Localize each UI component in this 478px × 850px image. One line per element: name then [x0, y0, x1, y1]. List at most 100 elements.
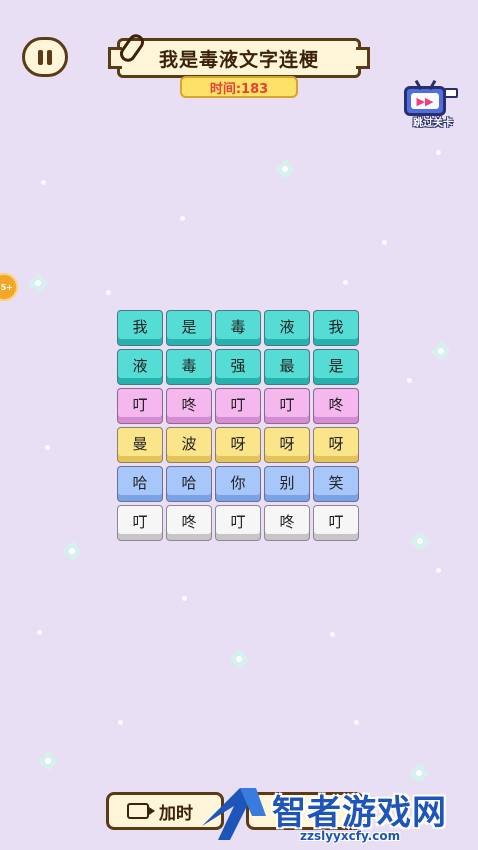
word-tile-char: 波	[181, 434, 197, 453]
word-tile-char: 叮	[230, 395, 246, 414]
word-tile-char: 呀	[328, 434, 344, 453]
word-tile[interactable]: 叮	[215, 388, 261, 424]
flower-icon	[411, 532, 429, 550]
word-tile-char: 是	[181, 317, 197, 336]
word-tile[interactable]: 是	[313, 349, 359, 385]
word-tile[interactable]: 你	[215, 466, 261, 502]
word-tile-char: 咚	[328, 395, 344, 414]
timer-badge: 时间:183	[180, 76, 298, 98]
word-tile[interactable]: 液	[117, 349, 163, 385]
pause-button[interactable]	[22, 37, 68, 77]
word-tile[interactable]: 毒	[166, 349, 212, 385]
flower-icon	[29, 274, 47, 292]
word-tile[interactable]: 哈	[166, 466, 212, 502]
fast-forward-icon: ▶▶	[411, 93, 439, 109]
word-tile[interactable]: 笑	[313, 466, 359, 502]
word-tile-char: 我	[132, 317, 148, 336]
flower-icon	[63, 542, 81, 560]
word-tile-char: 哈	[181, 473, 197, 492]
pause-icon	[47, 49, 52, 65]
pause-icon	[38, 49, 43, 65]
skip-level-label: 跳过关卡	[413, 118, 453, 129]
video-icon	[127, 803, 155, 819]
background-dot	[41, 180, 46, 185]
word-tile[interactable]: 毒	[215, 310, 261, 346]
background-dot	[182, 596, 187, 601]
word-tile[interactable]: 叮	[117, 388, 163, 424]
background-dot	[37, 630, 42, 635]
flower-icon	[230, 650, 248, 668]
background-dot	[354, 720, 359, 725]
word-tile[interactable]: 叮	[313, 505, 359, 541]
word-tile[interactable]: 叮	[117, 505, 163, 541]
word-tile-char: 最	[279, 356, 295, 375]
level-title-banner: 我是毒液文字连梗	[108, 31, 370, 78]
word-tile[interactable]: 呀	[313, 427, 359, 463]
background-dot	[45, 445, 50, 450]
skip-level-button[interactable]: ▶▶ 跳过关卡	[400, 79, 466, 130]
word-tile-char: 咚	[181, 512, 197, 531]
word-tile-char: 我	[328, 317, 344, 336]
word-tile[interactable]: 曼	[117, 427, 163, 463]
word-tile-char: 强	[230, 356, 246, 375]
word-tile-char: 呀	[279, 434, 295, 453]
watermark-logo-icon	[202, 788, 266, 840]
word-tile-char: 叮	[132, 395, 148, 414]
word-tile[interactable]: 哈	[117, 466, 163, 502]
background-dot	[343, 280, 348, 285]
watermark-url: zzslyyxcfy.com	[300, 829, 401, 843]
word-tile-char: 毒	[181, 356, 197, 375]
word-tile-char: 你	[230, 473, 246, 492]
word-tile[interactable]: 呀	[264, 427, 310, 463]
word-tile-char: 别	[279, 473, 295, 492]
word-tile-char: 是	[328, 356, 344, 375]
word-tile[interactable]: 最	[264, 349, 310, 385]
word-tile-char: 叮	[279, 395, 295, 414]
level-title: 我是毒液文字连梗	[158, 48, 319, 71]
flag-icon	[444, 88, 458, 98]
background-dot	[106, 290, 111, 295]
word-tile[interactable]: 是	[166, 310, 212, 346]
word-tile-char: 液	[279, 317, 295, 336]
paperclip-icon	[116, 31, 148, 65]
background-dot	[407, 378, 412, 383]
word-tile-char: 咚	[181, 395, 197, 414]
background-dot	[382, 240, 387, 245]
tv-icon: ▶▶	[404, 79, 446, 116]
word-tile-char: 毒	[230, 317, 246, 336]
word-tile-char: 叮	[132, 512, 148, 531]
word-tile-char: 咚	[279, 512, 295, 531]
word-tile-char: 叮	[230, 512, 246, 531]
background-dot	[436, 568, 441, 573]
word-tile[interactable]: 强	[215, 349, 261, 385]
word-tile[interactable]: 咚	[313, 388, 359, 424]
word-tile[interactable]: 我	[117, 310, 163, 346]
word-tile[interactable]: 叮	[215, 505, 261, 541]
word-tile[interactable]: 液	[264, 310, 310, 346]
word-tile[interactable]: 波	[166, 427, 212, 463]
flower-icon	[432, 342, 450, 360]
word-tile-char: 哈	[132, 473, 148, 492]
add-time-label: 加时	[159, 803, 193, 824]
word-tile[interactable]: 叮	[264, 388, 310, 424]
word-tile-char: 曼	[132, 434, 148, 453]
flower-icon	[39, 752, 57, 770]
word-tile-char: 笑	[328, 473, 344, 492]
background-dot	[118, 720, 123, 725]
word-tile[interactable]: 咚	[166, 388, 212, 424]
background-dot	[436, 150, 441, 155]
word-tile-char: 液	[132, 356, 148, 375]
word-grid: 我是毒液我液毒强最是叮咚叮叮咚曼波呀呀呀哈哈你别笑叮咚叮咚叮	[117, 310, 359, 541]
word-tile-char: 叮	[328, 512, 344, 531]
word-tile[interactable]: 咚	[166, 505, 212, 541]
word-tile[interactable]: 别	[264, 466, 310, 502]
watermark-text: 智者游戏网	[272, 793, 447, 833]
word-tile[interactable]: 咚	[264, 505, 310, 541]
word-tile[interactable]: 呀	[215, 427, 261, 463]
background-dot	[180, 216, 185, 221]
word-tile[interactable]: 我	[313, 310, 359, 346]
flower-icon	[410, 764, 428, 782]
word-tile-char: 呀	[230, 434, 246, 453]
coin-badge[interactable]: 5+	[0, 273, 18, 301]
background-dot	[330, 632, 335, 637]
